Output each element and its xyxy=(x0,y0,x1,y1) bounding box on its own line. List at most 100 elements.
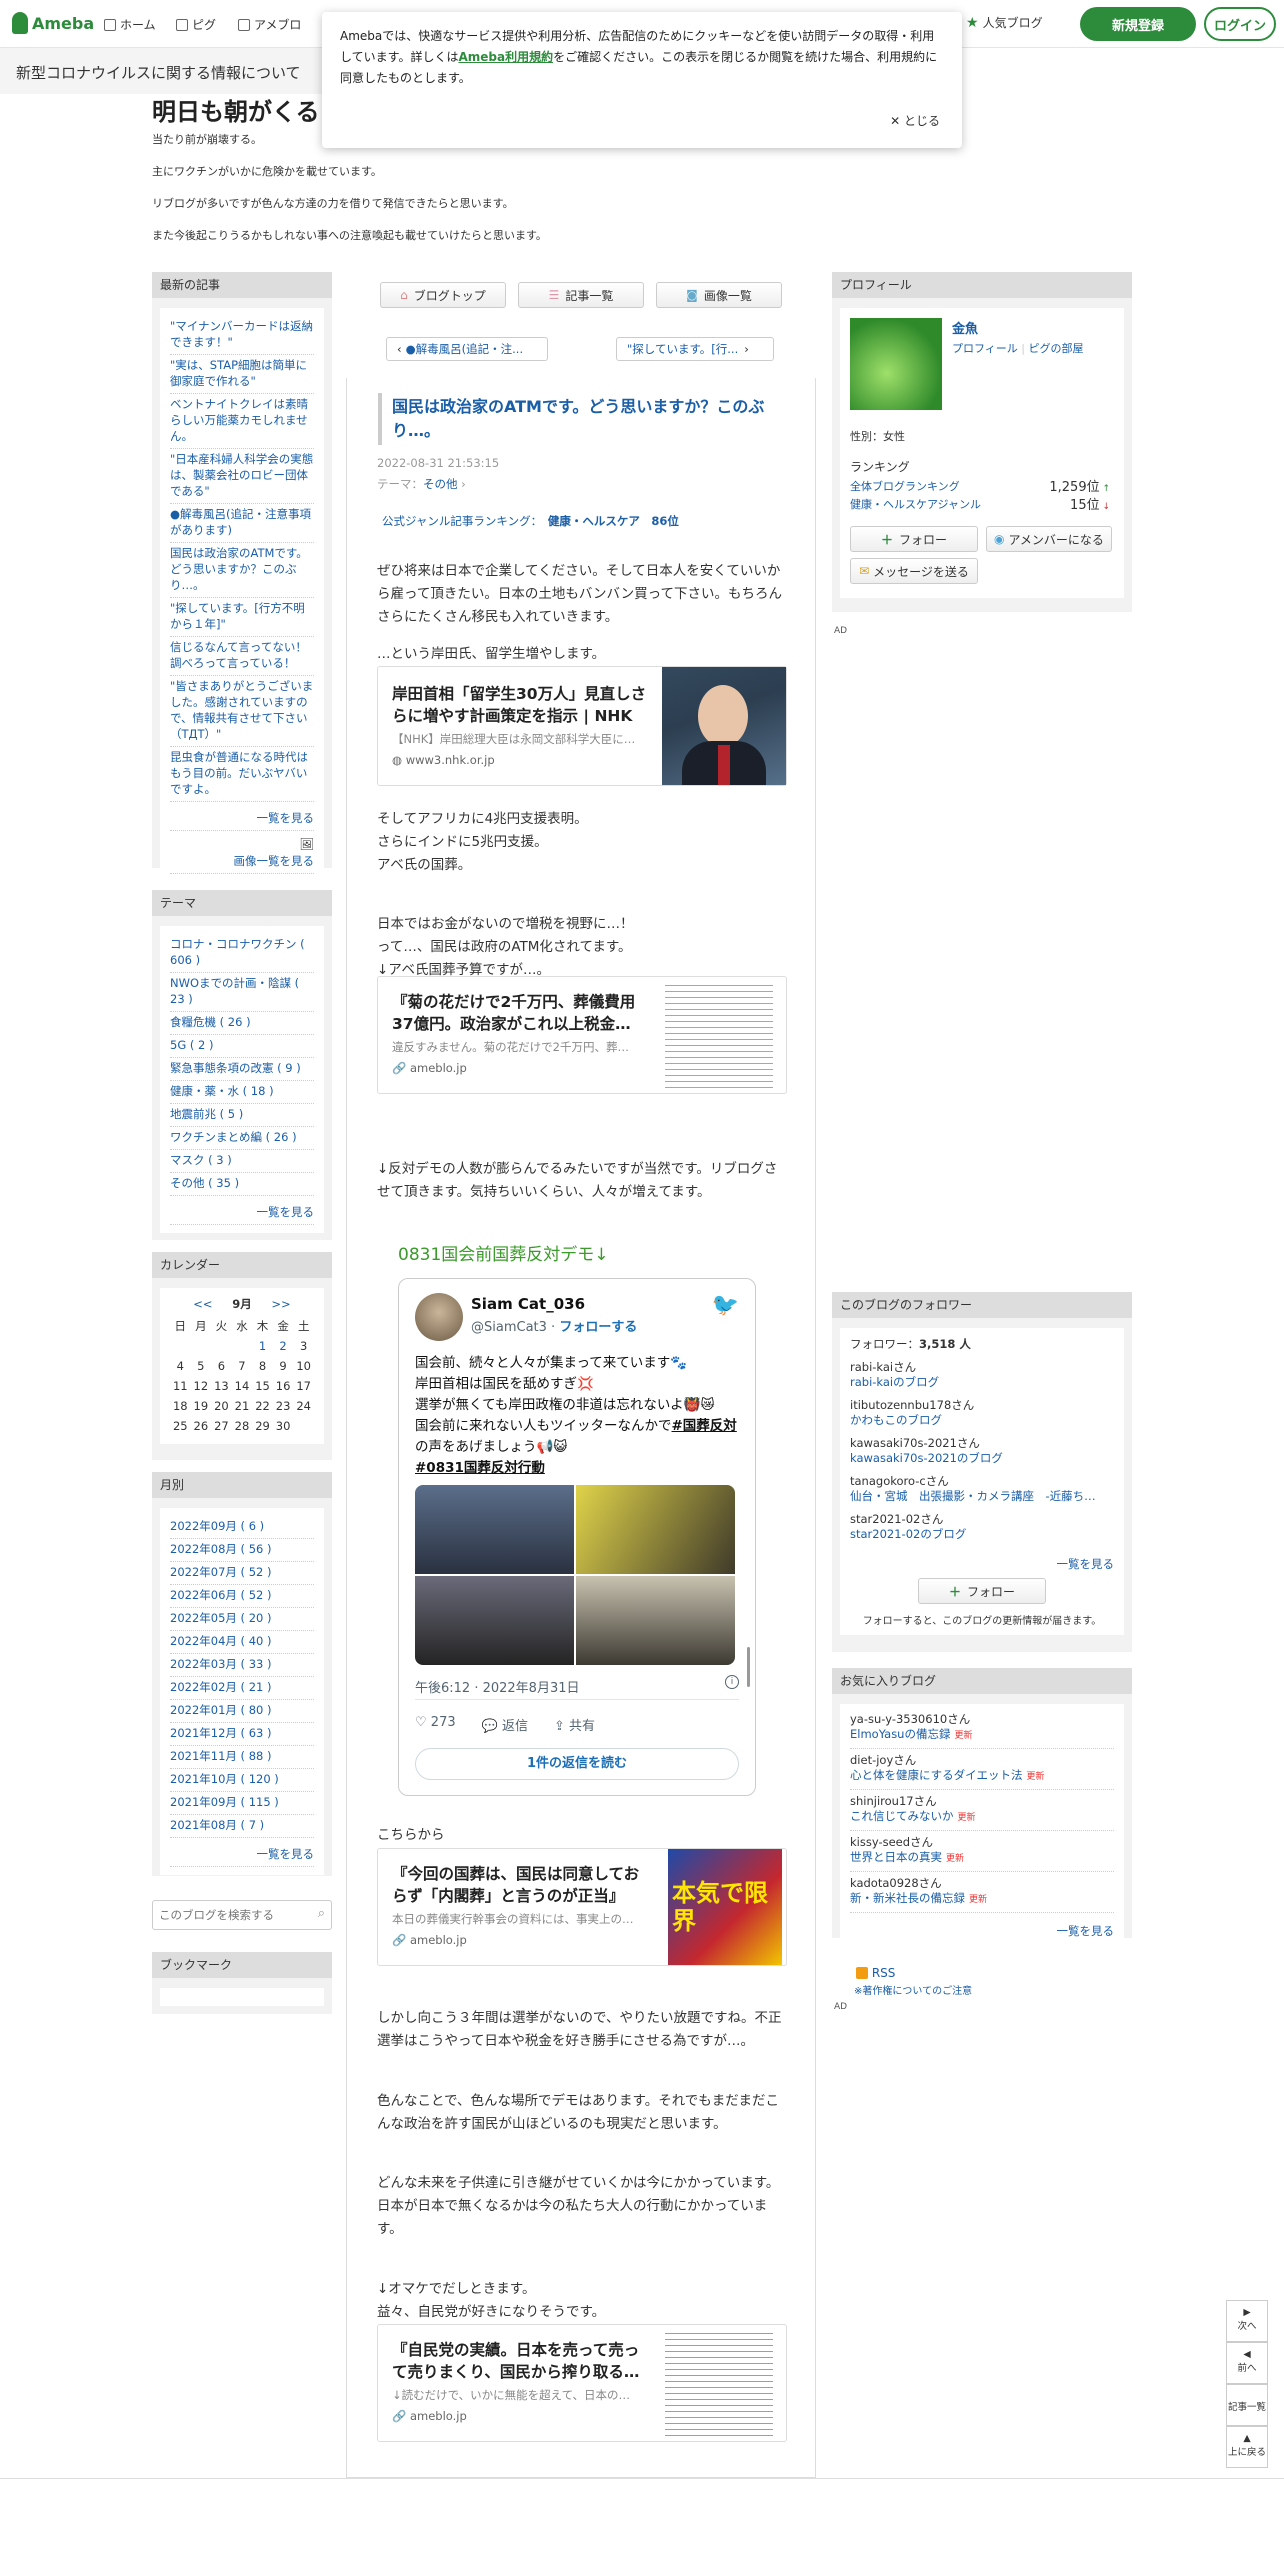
favorite-user[interactable]: diet-joyさん xyxy=(850,1753,1114,1768)
tweet-author-name[interactable]: Siam Cat_036 xyxy=(471,1295,585,1313)
favorites-more-link[interactable]: 一覧を見る xyxy=(1057,1924,1115,1938)
tweet-hashtag[interactable]: #国葬反対 xyxy=(672,1418,737,1434)
month-link[interactable]: 2022年04月 ( 40 ) xyxy=(170,1631,314,1654)
tweet-reply-button[interactable]: 💬 返信 xyxy=(482,1715,528,1734)
image-more-link[interactable]: 画像一覧を見る xyxy=(170,851,314,874)
month-link[interactable]: 2022年05月 ( 20 ) xyxy=(170,1608,314,1631)
theme-link[interactable]: マスク ( 3 ) xyxy=(170,1150,314,1173)
profile-name[interactable]: 金魚 xyxy=(952,318,978,337)
pigg-room-link[interactable]: ピグの部屋 xyxy=(1028,342,1083,355)
embedded-tweet[interactable]: Siam Cat_036 @SiamCat3 · フォローする 🐦 国会前、続々… xyxy=(398,1278,756,1796)
month-link[interactable]: 2022年01月 ( 80 ) xyxy=(170,1700,314,1723)
nav-pigg[interactable]: ピグ xyxy=(176,16,216,33)
recent-entry-link[interactable]: ベントナイトクレイは素晴らしい万能薬カモしれません。 xyxy=(170,394,314,449)
follower-blog-link[interactable]: rabi-kaiのブログ xyxy=(850,1375,1114,1390)
recent-entry-link[interactable]: 国民は政治家のATMです。どう思いますか？このぶり…。 xyxy=(170,543,314,598)
link-card-ameblo-ldp[interactable]: 『自民党の実績。日本を売って売って売りまくり、国民から搾り取る… ↓読むだけで、… xyxy=(377,2324,787,2442)
twitter-bird-icon[interactable]: 🐦 xyxy=(712,1293,739,1318)
login-button[interactable]: ログイン xyxy=(1204,7,1276,41)
month-link[interactable]: 2022年09月 ( 6 ) xyxy=(170,1516,314,1539)
favorite-blog-link[interactable]: これ信じてみないか xyxy=(850,1809,954,1823)
follower-blog-link[interactable]: kawasaki70s-2021のブログ xyxy=(850,1451,1114,1466)
recent-entry-link[interactable]: "実は、STAP細胞は簡単に御家庭で作れる" xyxy=(170,355,314,394)
theme-link[interactable]: 地震前兆 ( 5 ) xyxy=(170,1104,314,1127)
favorite-user[interactable]: kadota0928さん xyxy=(850,1876,1114,1891)
recent-entry-link[interactable]: 昆虫食が普通になる時代はもう目の前。だいぶヤバいですよ。 xyxy=(170,747,314,802)
tweet-handle[interactable]: @SiamCat3 xyxy=(471,1320,547,1335)
read-replies-button[interactable]: 1件の返信を読む xyxy=(415,1748,739,1780)
tweet-photo[interactable] xyxy=(415,1576,574,1665)
covid-info-link[interactable]: 新型コロナウイルスに関する情報について xyxy=(0,48,340,94)
profile-follow-button[interactable]: ＋ フォロー xyxy=(850,526,978,552)
theme-link[interactable]: NWOまでの計画・陰謀 ( 23 ) xyxy=(170,973,314,1012)
follow-blog-button[interactable]: ＋ フォロー xyxy=(918,1578,1046,1604)
theme-link[interactable]: 5G ( 2 ) xyxy=(170,1035,314,1058)
prev-entry-nav[interactable]: ◀ 前へ xyxy=(1226,2342,1268,2384)
follower-blog-link[interactable]: かわもこのブログ xyxy=(850,1413,1114,1428)
entry-list-button[interactable]: ☰ 記事一覧 xyxy=(518,282,644,308)
followers-more-link[interactable]: 一覧を見る xyxy=(1057,1557,1115,1571)
prev-entry-button[interactable]: ‹ ●解毒風呂(追記・注... xyxy=(386,337,548,361)
follower-blog-link[interactable]: star2021-02のブログ xyxy=(850,1527,1114,1542)
link-card-nhk[interactable]: 岸田首相「留学生30万人」見直しさらに増やす計画策定を指示 | NHK 【NHK… xyxy=(377,666,787,786)
theme-link[interactable]: 健康・薬・水 ( 18 ) xyxy=(170,1081,314,1104)
favorite-blog-link[interactable]: 心と体を健康にするダイエット法 xyxy=(850,1768,1023,1782)
follower-name[interactable]: kawasaki70s-2021さん xyxy=(850,1436,1114,1451)
next-entry-nav[interactable]: ▶ 次へ xyxy=(1226,2300,1268,2342)
follower-blog-link[interactable]: 仙台・宮城 出張撮影・カメラ講座 -近藤ち… xyxy=(850,1489,1114,1504)
favorite-user[interactable]: ya-su-y-3530610さん xyxy=(850,1712,1114,1727)
profile-avatar[interactable] xyxy=(850,318,942,410)
genre-ranking[interactable]: 公式ジャンル記事ランキング： 健康・ヘルスケア 86位 xyxy=(382,513,679,529)
theme-link[interactable]: ワクチンまとめ編 ( 26 ) xyxy=(170,1127,314,1150)
terms-link[interactable]: Ameba利用規約 xyxy=(458,50,553,64)
image-list-button[interactable]: ◙ 画像一覧 xyxy=(656,282,782,308)
favorite-user[interactable]: shinjirou17さん xyxy=(850,1794,1114,1809)
rss-link[interactable]: RSS xyxy=(856,1966,895,1980)
month-link[interactable]: 2021年12月 ( 63 ) xyxy=(170,1723,314,1746)
next-entry-button[interactable]: "探しています。[行... › xyxy=(616,337,774,361)
info-icon[interactable]: i xyxy=(725,1675,739,1689)
month-link[interactable]: 2022年03月 ( 33 ) xyxy=(170,1654,314,1677)
copyright-note[interactable]: ※著作権についてのご注意 xyxy=(854,1982,972,1997)
month-link[interactable]: 2021年09月 ( 115 ) xyxy=(170,1792,314,1815)
follower-name[interactable]: tanagokoro-cさん xyxy=(850,1474,1114,1489)
tweet-photo[interactable] xyxy=(576,1485,735,1574)
entry-list-nav[interactable]: 記事一覧 xyxy=(1226,2384,1268,2426)
genre-ranking-link[interactable]: 健康・ヘルスケアジャンル xyxy=(850,496,981,512)
signup-button[interactable]: 新規登録 xyxy=(1080,7,1196,41)
blog-title[interactable]: 明日も朝がくる xyxy=(152,92,320,127)
theme-link[interactable]: その他 ( 35 ) xyxy=(170,1173,314,1196)
cookie-close-button[interactable]: ✕ とじる xyxy=(890,111,940,132)
recent-entry-link[interactable]: "マイナンバーカードは返納できます！" xyxy=(170,316,314,355)
popular-blogs-link[interactable]: ★ 人気ブログ xyxy=(966,14,1043,31)
recent-more-link[interactable]: 一覧を見る xyxy=(170,808,314,831)
link-card-ameblo-funeral[interactable]: 『菊の花だけで2千万円、葬儀費用37億円。政治家がこれ以上税金… 違反すみません… xyxy=(377,976,787,1094)
theme-link[interactable]: コロナ・コロナワクチン ( 606 ) xyxy=(170,934,314,973)
favorite-blog-link[interactable]: ElmoYasuの備忘録 xyxy=(850,1727,950,1741)
tweet-share-button[interactable]: ⇪ 共有 xyxy=(554,1715,595,1734)
send-message-button[interactable]: ✉ メッセージを送る xyxy=(850,558,978,584)
tweet-scrollbar[interactable] xyxy=(747,1647,750,1687)
month-link[interactable]: 2022年07月 ( 52 ) xyxy=(170,1562,314,1585)
month-more-link[interactable]: 一覧を見る xyxy=(170,1844,314,1867)
month-link[interactable]: 2022年08月 ( 56 ) xyxy=(170,1539,314,1562)
entry-theme-link[interactable]: その他 xyxy=(423,477,458,491)
month-link[interactable]: 2021年08月 ( 7 ) xyxy=(170,1815,314,1838)
ameba-logo[interactable]: Ameba xyxy=(12,12,94,34)
tweet-hashtag[interactable]: #0831国葬反対行動 xyxy=(415,1460,545,1476)
back-to-top-nav[interactable]: ▲ 上に戻る xyxy=(1226,2426,1268,2468)
recent-entry-link[interactable]: "日本産科婦人科学会の実態は、製薬会社のロビー団体である" xyxy=(170,449,314,504)
theme-more-link[interactable]: 一覧を見る xyxy=(170,1202,314,1225)
recent-entry-link[interactable]: 信じるなんて言ってない！調べろって言っている！ xyxy=(170,637,314,676)
follower-name[interactable]: rabi-kaiさん xyxy=(850,1360,1114,1375)
tweet-photo[interactable] xyxy=(576,1576,735,1665)
entry-title[interactable]: 国民は政治家のATMです。どう思いますか？このぶり…。 xyxy=(378,393,778,445)
profile-link[interactable]: プロフィール xyxy=(952,342,1018,355)
follower-name[interactable]: itibutozennbu178さん xyxy=(850,1398,1114,1413)
recent-entry-link[interactable]: "皆さまありがとうございました。感謝されていますので、情報共有させて下さい（TД… xyxy=(170,676,314,747)
calendar-next-link[interactable]: >> xyxy=(271,1297,290,1311)
month-link[interactable]: 2021年10月 ( 120 ) xyxy=(170,1769,314,1792)
tweet-photo-grid[interactable] xyxy=(415,1485,735,1665)
blog-search-input[interactable] xyxy=(159,1902,299,1928)
nav-home[interactable]: ホーム xyxy=(104,16,156,33)
